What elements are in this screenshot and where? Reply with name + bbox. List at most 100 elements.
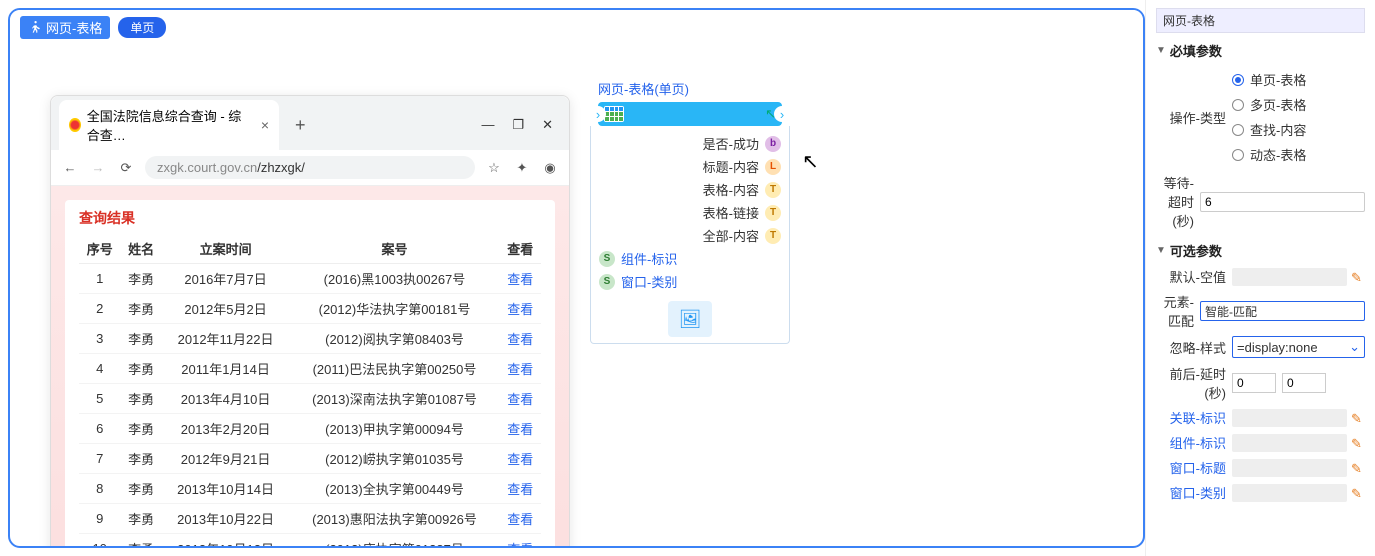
input-label: 窗口-类别: [621, 272, 677, 291]
link-row: 窗口-类别 ✎: [1156, 480, 1365, 505]
cell-date: 2011年1月14日: [162, 354, 290, 384]
cell-case: (2012)阅执字第08403号: [289, 324, 499, 354]
node-output[interactable]: 表格-链接T: [599, 201, 781, 224]
maximize-icon[interactable]: ❐: [512, 117, 524, 133]
link-row: 窗口-标题 ✎: [1156, 455, 1365, 480]
cell-index: 1: [79, 264, 120, 294]
radio-option[interactable]: 单页-表格: [1232, 67, 1365, 92]
match-label: 元素-匹配: [1156, 292, 1200, 330]
cell-date: 2012年11月22日: [162, 324, 290, 354]
node-output[interactable]: 是否-成功b: [599, 132, 781, 155]
link-label[interactable]: 关联-标识: [1156, 408, 1232, 427]
op-type-label: 操作-类型: [1156, 108, 1232, 127]
radio-icon: [1232, 74, 1244, 86]
cell-index: 4: [79, 354, 120, 384]
view-link[interactable]: 查看: [500, 324, 541, 354]
default-label: 默认-空值: [1156, 267, 1232, 286]
cell-date: 2013年4月10日: [162, 384, 290, 414]
table-row: 2李勇2012年5月2日(2012)华法执字第00181号查看: [79, 294, 541, 324]
view-link[interactable]: 查看: [500, 474, 541, 504]
node-in-chevron-icon[interactable]: ›: [590, 106, 606, 122]
pin-icon: T: [765, 228, 781, 244]
results-table: 序号 姓名 立案时间 案号 查看 1李勇2016年7月7日(2016)黑1003…: [79, 234, 541, 548]
cell-name: 李勇: [120, 474, 161, 504]
table-row: 3李勇2012年11月22日(2012)阅执字第08403号查看: [79, 324, 541, 354]
browser-tab[interactable]: 全国法院信息综合查询 - 综合查… ×: [59, 100, 279, 150]
panel-header: 网页-表格: [1156, 8, 1365, 33]
flow-node[interactable]: 网页-表格(单页) › ↖ › 是否-成功b标题-内容L表格-内容T表格-链接T…: [590, 75, 790, 344]
link-label[interactable]: 窗口-类别: [1156, 483, 1232, 502]
node-header[interactable]: ↖: [598, 102, 782, 126]
link-input[interactable]: [1232, 459, 1347, 477]
profile-icon[interactable]: ◉: [541, 160, 559, 176]
run-badge[interactable]: 网页-表格: [20, 16, 110, 39]
table-row: 10李勇2013年10月12日(2013)庐执字第01387号查看: [79, 534, 541, 549]
default-row: 默认-空值 ✎: [1156, 264, 1365, 289]
link-input[interactable]: [1232, 409, 1347, 427]
default-input[interactable]: [1232, 268, 1347, 286]
cell-index: 3: [79, 324, 120, 354]
view-link[interactable]: 查看: [500, 534, 541, 549]
main-canvas: 网页-表格 单页 全国法院信息综合查询 - 综合查… × + — ❐ ✕ ← →…: [8, 8, 1145, 548]
edit-icon[interactable]: ✎: [1351, 270, 1365, 284]
match-input[interactable]: [1200, 301, 1365, 321]
output-label: 是否-成功: [703, 134, 759, 153]
pin-icon: T: [765, 182, 781, 198]
minimize-icon[interactable]: —: [481, 117, 494, 133]
col-name: 姓名: [120, 234, 161, 264]
view-link[interactable]: 查看: [500, 504, 541, 534]
close-tab-icon[interactable]: ×: [261, 117, 269, 133]
edit-icon[interactable]: ✎: [1351, 411, 1365, 425]
extension-icon[interactable]: ✦: [513, 160, 531, 176]
person-run-icon: [28, 21, 42, 35]
close-window-icon[interactable]: ✕: [542, 117, 553, 133]
link-input[interactable]: [1232, 484, 1347, 502]
link-label[interactable]: 组件-标识: [1156, 433, 1232, 452]
node-output[interactable]: 标题-内容L: [599, 155, 781, 178]
link-input[interactable]: [1232, 434, 1347, 452]
optional-section[interactable]: ▼可选参数: [1156, 241, 1365, 260]
chevron-down-icon: ⌄: [1349, 339, 1360, 355]
tab-title: 全国法院信息综合查询 - 综合查…: [87, 106, 249, 144]
view-link[interactable]: 查看: [500, 414, 541, 444]
radio-option[interactable]: 动态-表格: [1232, 142, 1365, 167]
cell-case: (2016)黑1003执00267号: [289, 264, 499, 294]
edit-icon[interactable]: ✎: [1351, 486, 1365, 500]
cell-case: (2011)巴法民执字第00250号: [289, 354, 499, 384]
star-icon[interactable]: ☆: [485, 160, 503, 176]
radio-option[interactable]: 查找-内容: [1232, 117, 1365, 142]
cell-date: 2012年5月2日: [162, 294, 290, 324]
ignore-row: 忽略-样式 =display:none⌄: [1156, 333, 1365, 361]
edit-icon[interactable]: ✎: [1351, 436, 1365, 450]
view-link[interactable]: 查看: [500, 444, 541, 474]
wait-input[interactable]: [1200, 192, 1365, 212]
view-link[interactable]: 查看: [500, 354, 541, 384]
view-link[interactable]: 查看: [500, 384, 541, 414]
node-output[interactable]: 表格-内容T: [599, 178, 781, 201]
radio-option[interactable]: 多页-表格: [1232, 92, 1365, 117]
delay-after-input[interactable]: [1282, 373, 1326, 393]
url-bar[interactable]: zxgk.court.gov.cn/zhzxgk/: [145, 156, 475, 179]
cell-date: 2013年10月12日: [162, 534, 290, 549]
view-link[interactable]: 查看: [500, 264, 541, 294]
node-input[interactable]: S组件-标识: [599, 247, 781, 270]
node-output[interactable]: 全部-内容T: [599, 224, 781, 247]
edit-icon[interactable]: ✎: [1351, 461, 1365, 475]
node-out-chevron-icon[interactable]: ›: [774, 106, 790, 122]
ignore-select[interactable]: =display:none⌄: [1232, 336, 1365, 358]
node-input[interactable]: S窗口-类别: [599, 270, 781, 293]
delay-before-input[interactable]: [1232, 373, 1276, 393]
link-label[interactable]: 窗口-标题: [1156, 458, 1232, 477]
reload-icon[interactable]: ⟳: [117, 160, 135, 176]
forward-icon[interactable]: →: [89, 160, 107, 175]
new-tab-button[interactable]: +: [287, 115, 314, 136]
mode-pill[interactable]: 单页: [118, 17, 166, 38]
back-icon[interactable]: ←: [61, 160, 79, 175]
radio-label: 多页-表格: [1250, 95, 1306, 114]
required-section[interactable]: ▼必填参数: [1156, 41, 1365, 60]
cell-case: (2012)崂执字第01035号: [289, 444, 499, 474]
cell-name: 李勇: [120, 294, 161, 324]
page-content: 查询结果 序号 姓名 立案时间 案号 查看 1李勇2016年7月7日(2016)…: [51, 186, 569, 548]
cell-index: 9: [79, 504, 120, 534]
view-link[interactable]: 查看: [500, 294, 541, 324]
